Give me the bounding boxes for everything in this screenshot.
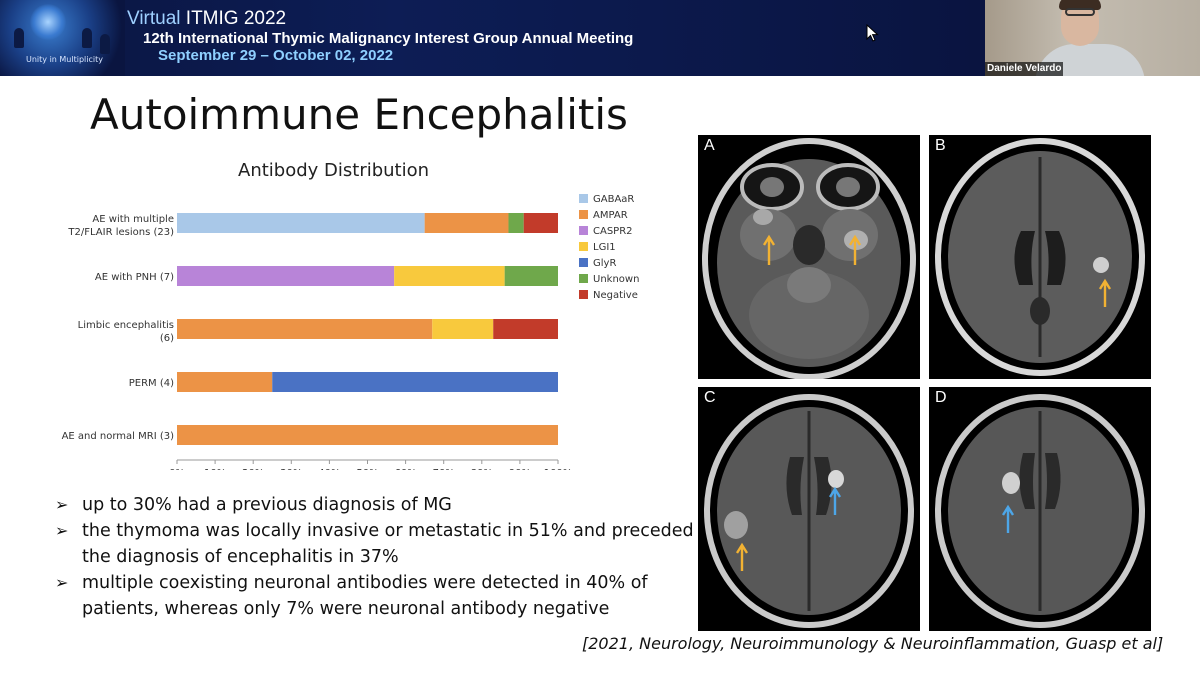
bullet-list: ➢ up to 30% had a previous diagnosis of M… bbox=[55, 492, 695, 622]
conference-banner: Unity in Multiplicity Virtual ITMIG 2022… bbox=[0, 0, 985, 76]
chart-x-tick-label: 0% bbox=[169, 468, 185, 470]
mri-panel-a: A bbox=[698, 135, 920, 379]
antibody-distribution-chart: AE with multiple T2/FLAIR lesions (23) AE … bbox=[62, 194, 639, 470]
chart-category-label: Limbic encephalitis (6) bbox=[78, 320, 174, 344]
chart-bar-segment-ampar bbox=[177, 425, 558, 445]
chart-category-label: PERM (4) bbox=[129, 378, 174, 389]
chart-category-label: AE with multiple T2/FLAIR lesions (23) bbox=[67, 214, 174, 238]
chart-legend-label: GABAaR bbox=[593, 194, 634, 205]
chart-bar-segment-glyr bbox=[272, 372, 558, 392]
chart-title: Antibody Distribution bbox=[238, 160, 430, 181]
chart-x-tick-label: 40% bbox=[318, 468, 340, 470]
chart-legend-label: GlyR bbox=[593, 258, 616, 269]
panel-letter: D bbox=[935, 389, 947, 406]
chart-legend-label: AMPAR bbox=[593, 210, 628, 221]
chart-x-tick-label: 70% bbox=[433, 468, 455, 470]
chart-bar-segment-lgi1 bbox=[394, 266, 505, 286]
speaker-webcam-tile[interactable]: Daniele Velardo bbox=[985, 0, 1200, 76]
chart-x-tick-label: 50% bbox=[356, 468, 378, 470]
mouse-cursor-icon bbox=[866, 24, 879, 42]
citation: [2021, Neurology, Neuroimmunology & Neur… bbox=[582, 634, 1164, 653]
itmig-logo: Unity in Multiplicity bbox=[0, 0, 125, 76]
bullet-item: ➢ multiple coexisting neuronal antibodies… bbox=[55, 570, 695, 622]
chart-x-tick-label: 10% bbox=[204, 468, 226, 470]
mri-panel-d: D bbox=[929, 387, 1151, 631]
chart-legend-swatch bbox=[579, 258, 588, 267]
conference-title: Virtual ITMIG 2022 bbox=[127, 8, 287, 29]
chart-category-label: AE and normal MRI (3) bbox=[62, 431, 175, 442]
bullet-arrow-icon: ➢ bbox=[55, 495, 69, 514]
bullet-item: ➢ the thymoma was locally invasive or met… bbox=[55, 518, 695, 570]
bullet-arrow-icon: ➢ bbox=[55, 521, 69, 540]
chart-bar-segment-caspr2 bbox=[177, 266, 395, 286]
chart-x-tick-label: 30% bbox=[280, 468, 302, 470]
chart-bar-segment-ampar bbox=[177, 319, 433, 339]
chart-legend-label: Unknown bbox=[593, 274, 639, 285]
chart-legend-swatch bbox=[579, 194, 588, 203]
conference-dates: September 29 – October 02, 2022 bbox=[158, 47, 394, 64]
chart-category-label: AE with PNH (7) bbox=[95, 272, 174, 283]
mri-panel-b: B bbox=[929, 135, 1151, 379]
bullet-item: ➢ up to 30% had a previous diagnosis of M… bbox=[55, 492, 695, 518]
chart-bar-segment-unknown bbox=[504, 266, 558, 286]
chart-legend-swatch bbox=[579, 226, 588, 235]
chart-x-tick-label: 90% bbox=[509, 468, 531, 470]
chart-bar-segment-ampar bbox=[424, 213, 509, 233]
chart-bar-segment-ampar bbox=[177, 372, 273, 392]
chart-legend-swatch bbox=[579, 242, 588, 251]
chart-legend-swatch bbox=[579, 274, 588, 283]
chart-legend-label: Negative bbox=[593, 290, 638, 301]
logo-caption: Unity in Multiplicity bbox=[26, 55, 103, 64]
conference-subtitle: 12th International Thymic Malignancy Int… bbox=[143, 30, 634, 47]
chart-bar-segment-negative bbox=[523, 213, 558, 233]
chart-legend-label: LGI1 bbox=[593, 242, 616, 253]
chart-x-tick-label: 20% bbox=[242, 468, 264, 470]
chart-x-tick-label: 60% bbox=[394, 468, 416, 470]
chart-bar-segment-gabaar bbox=[177, 213, 425, 233]
panel-letter: A bbox=[704, 137, 715, 154]
chart-legend-label: CASPR2 bbox=[593, 226, 633, 237]
chart-legend-swatch bbox=[579, 290, 588, 299]
chart-bar-segment-negative bbox=[493, 319, 558, 339]
chart-x-tick-label: 100% bbox=[544, 468, 573, 470]
chart-bar-segment-unknown bbox=[508, 213, 524, 233]
slide-title: Autoimmune Encephalitis bbox=[90, 90, 628, 139]
bullet-arrow-icon: ➢ bbox=[55, 573, 69, 592]
mri-panel-c: C bbox=[698, 387, 920, 631]
speaker-name-label: Daniele Velardo bbox=[985, 62, 1064, 76]
chart-bar-segment-lgi1 bbox=[432, 319, 494, 339]
chart-legend-swatch bbox=[579, 210, 588, 219]
panel-letter: B bbox=[935, 137, 946, 154]
chart-x-tick-label: 80% bbox=[471, 468, 493, 470]
panel-letter: C bbox=[704, 389, 716, 406]
